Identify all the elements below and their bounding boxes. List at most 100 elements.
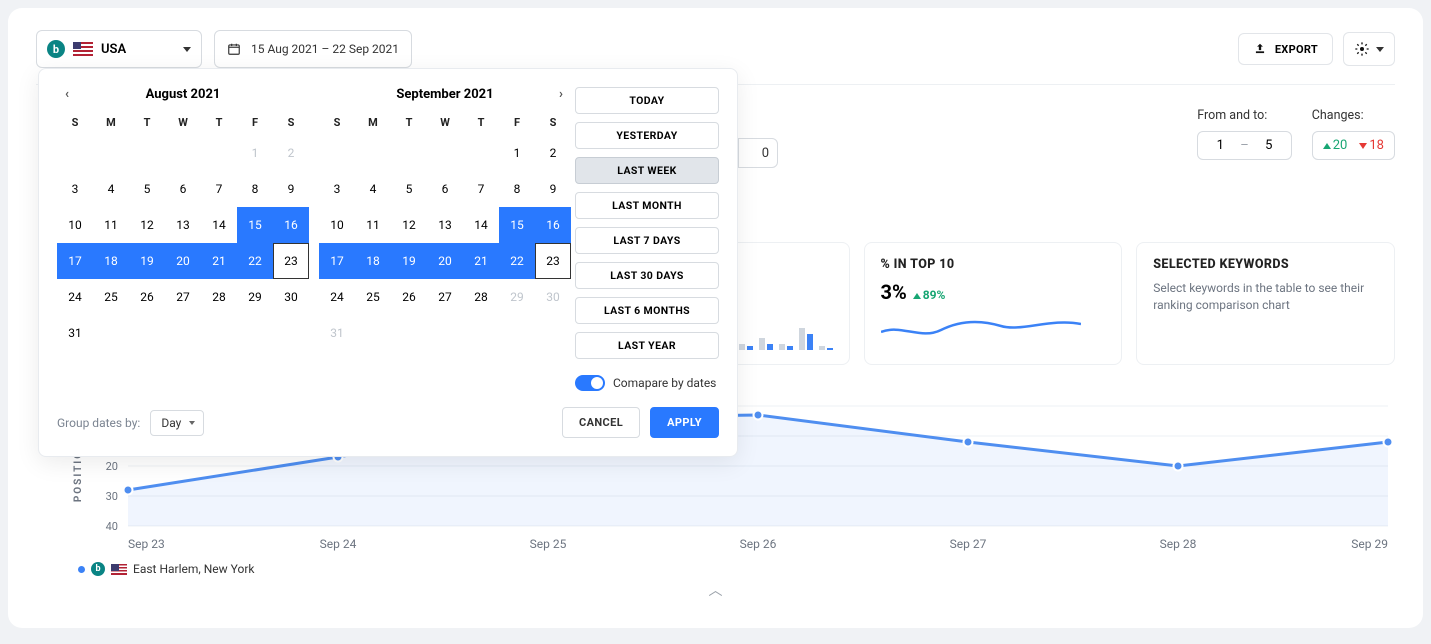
- collapse-chart-caret[interactable]: ︿: [48, 580, 1383, 600]
- calendar-day[interactable]: 10: [57, 207, 93, 243]
- calendar-day[interactable]: 17: [57, 243, 93, 279]
- calendar-day[interactable]: 5: [129, 171, 165, 207]
- calendar-day[interactable]: 6: [165, 171, 201, 207]
- export-button[interactable]: EXPORT: [1238, 33, 1333, 65]
- preset-last-30-days[interactable]: LAST 30 DAYS: [575, 262, 719, 289]
- dow-cell: W: [165, 116, 201, 129]
- calendar-day[interactable]: 13: [427, 207, 463, 243]
- calendar-day[interactable]: 29: [499, 279, 535, 315]
- changes-label: Changes:: [1312, 108, 1395, 123]
- calendar-day[interactable]: 16: [535, 207, 571, 243]
- calendar-day[interactable]: 6: [427, 171, 463, 207]
- preset-today[interactable]: TODAY: [575, 87, 719, 114]
- calendar-day[interactable]: 30: [273, 279, 309, 315]
- from-to-input[interactable]: –: [1197, 131, 1292, 160]
- calendar-day[interactable]: 23: [273, 243, 309, 279]
- preset-last-6-months[interactable]: LAST 6 MONTHS: [575, 297, 719, 324]
- calendar-day[interactable]: 18: [93, 243, 129, 279]
- calendar-day[interactable]: 12: [129, 207, 165, 243]
- calendar-day[interactable]: 12: [391, 207, 427, 243]
- calendar-day[interactable]: 2: [273, 135, 309, 171]
- calendar-day[interactable]: 24: [319, 279, 355, 315]
- calendar-day[interactable]: 25: [93, 279, 129, 315]
- calendar-day[interactable]: 21: [201, 243, 237, 279]
- preset-last-year[interactable]: LAST YEAR: [575, 332, 719, 359]
- calendar-day[interactable]: 17: [319, 243, 355, 279]
- cancel-button[interactable]: CANCEL: [562, 407, 640, 438]
- calendar-day[interactable]: 14: [201, 207, 237, 243]
- compare-toggle[interactable]: [575, 375, 605, 391]
- calendar-day[interactable]: 14: [463, 207, 499, 243]
- preset-last-month[interactable]: LAST MONTH: [575, 192, 719, 219]
- calendar-day[interactable]: 11: [93, 207, 129, 243]
- calendar-day[interactable]: 2: [535, 135, 571, 171]
- calendar-day[interactable]: 23: [535, 243, 571, 279]
- calendar-day[interactable]: 9: [535, 171, 571, 207]
- calendar-day[interactable]: 10: [319, 207, 355, 243]
- svg-text:Sep 27: Sep 27: [950, 537, 987, 551]
- calendar-day[interactable]: 15: [237, 207, 273, 243]
- dow-cell: W: [427, 116, 463, 129]
- calendar-day[interactable]: 31: [57, 315, 93, 351]
- next-month-button[interactable]: ›: [551, 85, 571, 105]
- calendar-day[interactable]: 21: [463, 243, 499, 279]
- calendar-day[interactable]: 28: [201, 279, 237, 315]
- calendar-day[interactable]: 29: [237, 279, 273, 315]
- date-range-button[interactable]: 15 Aug 2021 – 22 Sep 2021: [214, 30, 412, 68]
- calendar-day[interactable]: 22: [237, 243, 273, 279]
- dow-cell: T: [463, 116, 499, 129]
- calendar-day[interactable]: 8: [499, 171, 535, 207]
- calendar-day[interactable]: 5: [391, 171, 427, 207]
- calendar-day[interactable]: 31: [319, 315, 355, 351]
- calendar-day[interactable]: 9: [273, 171, 309, 207]
- calendar-day[interactable]: 27: [165, 279, 201, 315]
- calendar-day[interactable]: 11: [355, 207, 391, 243]
- from-input[interactable]: [1210, 138, 1230, 153]
- settings-button[interactable]: [1343, 32, 1395, 66]
- calendar-day[interactable]: 8: [237, 171, 273, 207]
- calendar-day[interactable]: 25: [355, 279, 391, 315]
- us-flag-icon: [111, 564, 127, 575]
- calendar-day[interactable]: 26: [129, 279, 165, 315]
- changes-box[interactable]: 20 18: [1312, 131, 1395, 160]
- calendar-day[interactable]: 24: [57, 279, 93, 315]
- calendar-day[interactable]: 7: [201, 171, 237, 207]
- calendar-day[interactable]: 20: [427, 243, 463, 279]
- calendar-day[interactable]: 1: [499, 135, 535, 171]
- calendar-day[interactable]: 27: [427, 279, 463, 315]
- legend-label: East Harlem, New York: [133, 562, 254, 576]
- calendar-day[interactable]: 3: [319, 171, 355, 207]
- calendar-day[interactable]: 19: [129, 243, 165, 279]
- calendar-day[interactable]: 18: [355, 243, 391, 279]
- top10-delta: 89%: [913, 288, 946, 302]
- group-by-select[interactable]: Day: [150, 410, 204, 436]
- calendar-day[interactable]: 3: [57, 171, 93, 207]
- calendar-day[interactable]: 1: [237, 135, 273, 171]
- calendar-day[interactable]: 28: [463, 279, 499, 315]
- calendar-day[interactable]: 7: [463, 171, 499, 207]
- calendar-day[interactable]: 30: [535, 279, 571, 315]
- calendar-day[interactable]: 15: [499, 207, 535, 243]
- calendar-day: [93, 135, 129, 171]
- calendar-day[interactable]: 13: [165, 207, 201, 243]
- preset-last-7-days[interactable]: LAST 7 DAYS: [575, 227, 719, 254]
- to-input[interactable]: [1259, 138, 1279, 153]
- calendar-day[interactable]: 4: [93, 171, 129, 207]
- calendar-day[interactable]: 22: [499, 243, 535, 279]
- calendar-day[interactable]: 26: [391, 279, 427, 315]
- dow-cell: S: [319, 116, 355, 129]
- calendar-day[interactable]: 19: [391, 243, 427, 279]
- preset-last-week[interactable]: LAST WEEK: [575, 157, 719, 184]
- top10-value: 3%: [881, 280, 907, 304]
- prev-month-button[interactable]: ‹: [57, 85, 77, 105]
- range-separator: –: [1240, 138, 1249, 153]
- upload-icon: [1253, 42, 1267, 56]
- preset-yesterday[interactable]: YESTERDAY: [575, 122, 719, 149]
- top10-card[interactable]: % IN TOP 10 3% 89%: [864, 242, 1123, 365]
- numeric-field-peek[interactable]: 0: [738, 138, 778, 168]
- calendar-day[interactable]: 16: [273, 207, 309, 243]
- calendar-day[interactable]: 4: [355, 171, 391, 207]
- calendar-day[interactable]: 20: [165, 243, 201, 279]
- apply-button[interactable]: APPLY: [650, 407, 719, 438]
- country-select[interactable]: b USA: [36, 30, 202, 68]
